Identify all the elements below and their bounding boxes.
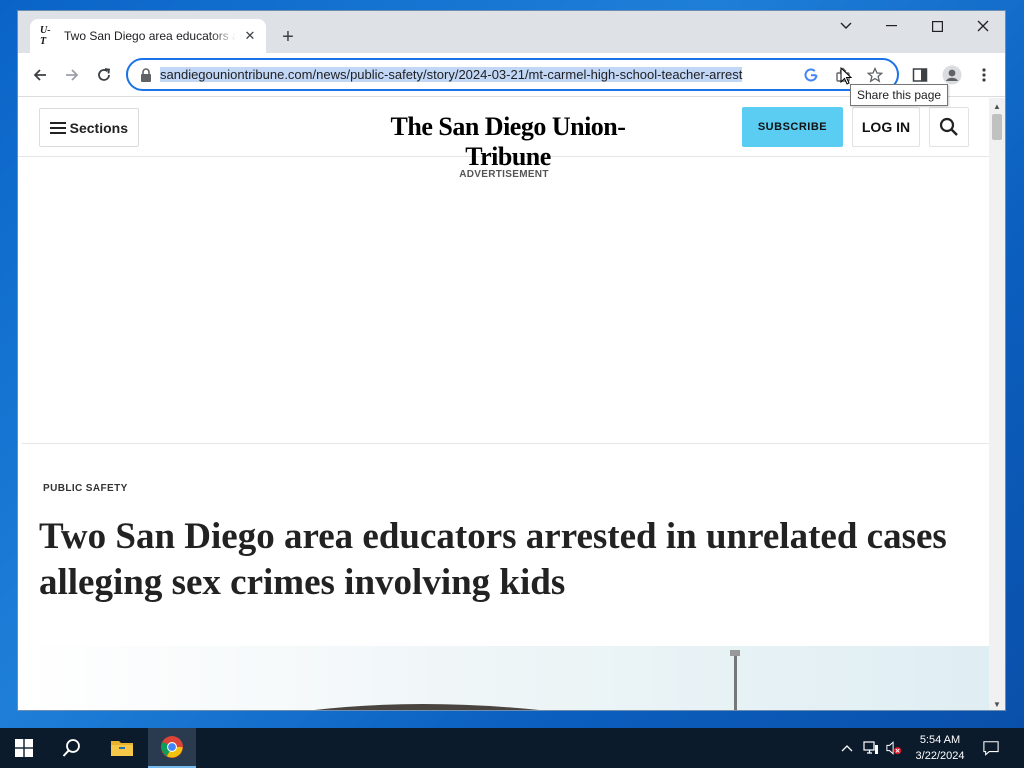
side-panel-icon <box>912 68 928 82</box>
advertisement-label: ADVERTISEMENT <box>459 169 549 180</box>
maximize-icon <box>931 20 943 32</box>
address-bar[interactable]: sandiegouniontribune.com/news/public-saf… <box>126 58 899 91</box>
article-headline: Two San Diego area educators arrested in… <box>39 516 947 603</box>
sections-label: Sections <box>69 119 128 136</box>
reload-button[interactable] <box>90 61 118 89</box>
tab-search-button[interactable] <box>823 11 869 41</box>
system-clock[interactable]: 5:54 AM 3/22/2024 <box>906 732 974 764</box>
new-tab-button[interactable]: + <box>276 25 300 49</box>
clock-date: 3/22/2024 <box>915 750 965 762</box>
windows-taskbar: 5:54 AM 3/22/2024 <box>0 728 1024 768</box>
scrollbar-thumb[interactable] <box>992 114 1002 140</box>
back-button[interactable] <box>26 61 54 89</box>
hero-image <box>18 646 990 710</box>
divider <box>22 443 990 444</box>
folder-icon <box>111 741 133 756</box>
lock-icon[interactable] <box>140 67 152 82</box>
reload-icon <box>98 68 111 81</box>
maximize-button[interactable] <box>914 11 960 41</box>
login-button[interactable]: LOG IN <box>852 107 920 147</box>
arrow-right-icon <box>66 69 79 81</box>
tab-favicon-icon: U-T <box>40 25 51 47</box>
volume-muted-icon[interactable] <box>886 740 902 756</box>
arrow-left-icon <box>33 69 46 81</box>
minimize-icon <box>885 25 897 27</box>
sections-menu-button[interactable]: Sections <box>39 108 139 147</box>
share-tooltip: Share this page <box>850 84 949 106</box>
search-icon <box>62 739 80 757</box>
file-explorer-button[interactable] <box>98 728 146 768</box>
chrome-taskbar-button[interactable] <box>148 728 196 768</box>
tab-title: Two San Diego area educators arrested in… <box>64 29 236 43</box>
forward-button[interactable] <box>58 61 86 89</box>
site-logo[interactable]: The San Diego Union-Tribune <box>358 112 658 172</box>
browser-menu-button[interactable] <box>970 61 998 89</box>
start-button[interactable] <box>0 728 48 768</box>
google-icon[interactable] <box>799 63 823 87</box>
profile-icon <box>942 65 962 85</box>
mouse-cursor-icon <box>840 67 852 85</box>
chrome-icon <box>161 736 183 758</box>
scroll-down-icon[interactable]: ▼ <box>989 697 1005 710</box>
page-scrollbar[interactable]: ▲ ▼ <box>989 98 1005 710</box>
search-taskbar-button[interactable] <box>48 728 96 768</box>
kebab-menu-icon <box>982 68 986 82</box>
scroll-up-icon[interactable]: ▲ <box>989 99 1005 113</box>
notification-icon[interactable] <box>983 740 999 756</box>
bookmark-star-icon[interactable] <box>863 63 887 87</box>
clock-time: 5:54 AM <box>919 734 961 746</box>
tab-close-icon[interactable]: ✕ <box>242 28 258 44</box>
close-window-button[interactable] <box>960 11 1005 41</box>
hamburger-menu-icon <box>50 121 66 134</box>
chevron-up-icon[interactable] <box>839 740 855 756</box>
section-kicker[interactable]: PUBLIC SAFETY <box>43 483 128 494</box>
search-icon <box>939 117 958 136</box>
site-search-button[interactable] <box>929 107 969 147</box>
windows-logo-icon <box>15 739 33 757</box>
browser-window: U-T Two San Diego area educators arreste… <box>17 10 1006 711</box>
chevron-down-icon <box>840 22 852 29</box>
minimize-button[interactable] <box>868 11 914 41</box>
subscribe-button[interactable]: SUBSCRIBE <box>742 107 843 147</box>
close-icon <box>977 20 989 32</box>
browser-tab[interactable]: U-T Two San Diego area educators arreste… <box>30 19 266 53</box>
url-text[interactable]: sandiegouniontribune.com/news/public-saf… <box>160 67 791 82</box>
network-icon[interactable] <box>863 740 879 756</box>
site-header: Sections The San Diego Union-Tribune SUB… <box>18 98 990 171</box>
page-viewport: Sections The San Diego Union-Tribune SUB… <box>18 98 990 710</box>
tab-strip: U-T Two San Diego area educators arreste… <box>18 11 1005 53</box>
